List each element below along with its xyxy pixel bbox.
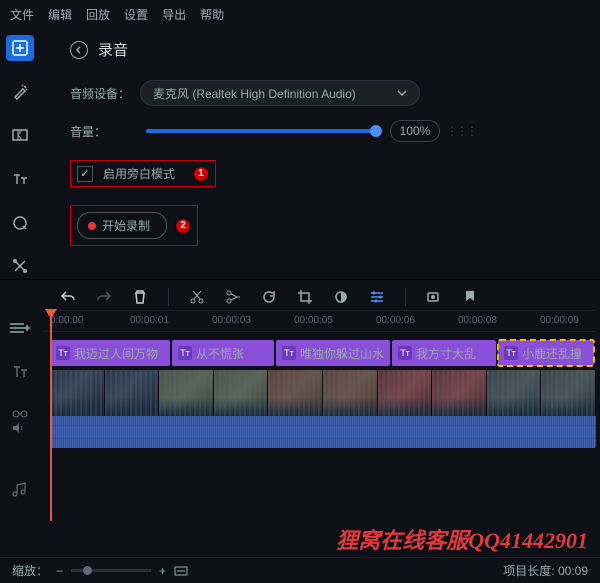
add-track-icon[interactable] — [8, 320, 32, 336]
marker-icon[interactable] — [462, 289, 478, 305]
menu-help[interactable]: 帮助 — [200, 6, 224, 23]
narration-box: ✓ 启用旁白模式 1 — [70, 160, 216, 187]
track-link-icon[interactable] — [12, 408, 28, 420]
track-music-icon[interactable] — [12, 482, 28, 498]
device-label: 音频设备： — [70, 85, 140, 102]
menu-export[interactable]: 导出 — [162, 6, 186, 23]
length-value: 00:09 — [558, 564, 588, 578]
device-value: 麦克风 (Realtek High Definition Audio) — [153, 85, 356, 102]
crop-icon[interactable] — [297, 289, 313, 305]
panel-title: 录音 — [98, 39, 128, 60]
annotation-badge-1: 1 — [193, 166, 209, 182]
video-thumb — [323, 370, 378, 416]
chevron-down-icon — [397, 90, 407, 96]
time-ruler[interactable]: 0:00:00 00:00:01 00:00:03 00:00:05 00:00… — [42, 310, 596, 332]
video-thumb — [214, 370, 269, 416]
annotation-badge-2: 2 — [175, 218, 191, 234]
sidebar-wand-icon[interactable] — [6, 79, 34, 105]
tick: 00:00:05 — [294, 315, 333, 326]
volume-slider[interactable] — [146, 129, 376, 133]
record-box: 开始录制 2 — [70, 205, 198, 246]
video-track[interactable] — [50, 370, 596, 416]
volume-label: 音量： — [70, 123, 140, 140]
undo-icon[interactable] — [60, 289, 76, 305]
track-mute-icon[interactable] — [12, 422, 24, 434]
video-thumb — [268, 370, 323, 416]
video-thumb — [105, 370, 160, 416]
volume-percent: 100% — [390, 120, 440, 142]
grip-icon[interactable]: ⋮⋮⋮ — [446, 124, 476, 138]
cut-icon[interactable] — [189, 289, 205, 305]
delete-icon[interactable] — [132, 289, 148, 305]
video-thumb — [432, 370, 487, 416]
playhead[interactable] — [50, 311, 52, 521]
adjust-icon[interactable] — [369, 289, 385, 305]
tick: 00:00:08 — [458, 315, 497, 326]
color-icon[interactable] — [333, 289, 349, 305]
record-tool-icon[interactable] — [426, 289, 442, 305]
tick: 00:00:03 — [212, 315, 251, 326]
timeline: 0:00:00 00:00:01 00:00:03 00:00:05 00:00… — [0, 310, 600, 530]
title-clip[interactable]: Tᴛ我方寸大乱 — [392, 340, 496, 366]
tick: 00:00:09 — [540, 315, 579, 326]
zoom-slider[interactable] — [71, 569, 151, 572]
tick: 0:00:00 — [50, 315, 83, 326]
recording-panel: 录音 音频设备： 麦克风 (Realtek High Definition Au… — [40, 29, 600, 279]
menu-edit[interactable]: 编辑 — [48, 6, 72, 23]
footer: 缩放： − + 项目长度: 00:09 — [0, 557, 600, 583]
title-clip[interactable]: Tᴛ唯独你躲过山水 — [276, 340, 390, 366]
tick: 00:00:06 — [376, 315, 415, 326]
title-clip[interactable]: Tᴛ从不慌张 — [172, 340, 274, 366]
sidebar — [0, 29, 40, 279]
sidebar-add-icon[interactable] — [6, 35, 34, 61]
slider-thumb[interactable] — [370, 125, 382, 137]
menubar: 文件 编辑 回放 设置 导出 帮助 — [0, 0, 600, 29]
length-label: 项目长度: — [503, 564, 554, 578]
watermark: 狸窝在线客服QQ41442901 — [336, 523, 588, 555]
video-thumb — [541, 370, 596, 416]
tick: 00:00:01 — [130, 315, 169, 326]
timeline-toolbar — [0, 279, 600, 310]
redo-icon[interactable] — [96, 289, 112, 305]
waveform — [50, 416, 596, 448]
record-button[interactable]: 开始录制 — [77, 212, 167, 239]
sidebar-sticker-icon[interactable] — [6, 210, 34, 236]
zoom-label: 缩放： — [12, 562, 48, 579]
menu-file[interactable]: 文件 — [10, 6, 34, 23]
narration-checkbox[interactable]: ✓ — [77, 166, 93, 182]
menu-settings[interactable]: 设置 — [124, 6, 148, 23]
video-thumb — [50, 370, 105, 416]
rotate-icon[interactable] — [261, 289, 277, 305]
back-icon[interactable] — [70, 41, 88, 59]
title-track: Tᴛ我迈过人间万物 Tᴛ从不慌张 Tᴛ唯独你躲过山水 Tᴛ我方寸大乱 Tᴛ小鹿还… — [42, 340, 596, 366]
audio-track[interactable] — [50, 416, 596, 448]
title-clip-selected[interactable]: Tᴛ小鹿还乱撞 — [498, 340, 594, 366]
sidebar-tools-icon[interactable] — [6, 253, 34, 279]
sidebar-transition-icon[interactable] — [6, 122, 34, 148]
narration-label: 启用旁白模式 — [103, 165, 175, 182]
record-dot-icon — [88, 222, 96, 230]
zoom-fit-icon[interactable] — [174, 564, 188, 578]
title-clip[interactable]: Tᴛ我迈过人间万物 — [50, 340, 170, 366]
video-thumb — [378, 370, 433, 416]
zoom-in-icon[interactable]: + — [159, 564, 166, 578]
video-thumb — [159, 370, 214, 416]
sidebar-text-icon[interactable] — [6, 166, 34, 192]
record-label: 开始录制 — [102, 217, 150, 234]
zoom-out-icon[interactable]: − — [56, 564, 63, 578]
video-thumb — [487, 370, 542, 416]
track-text-icon[interactable] — [12, 364, 28, 380]
split-icon[interactable] — [225, 289, 241, 305]
device-dropdown[interactable]: 麦克风 (Realtek High Definition Audio) — [140, 80, 420, 106]
menu-playback[interactable]: 回放 — [86, 6, 110, 23]
